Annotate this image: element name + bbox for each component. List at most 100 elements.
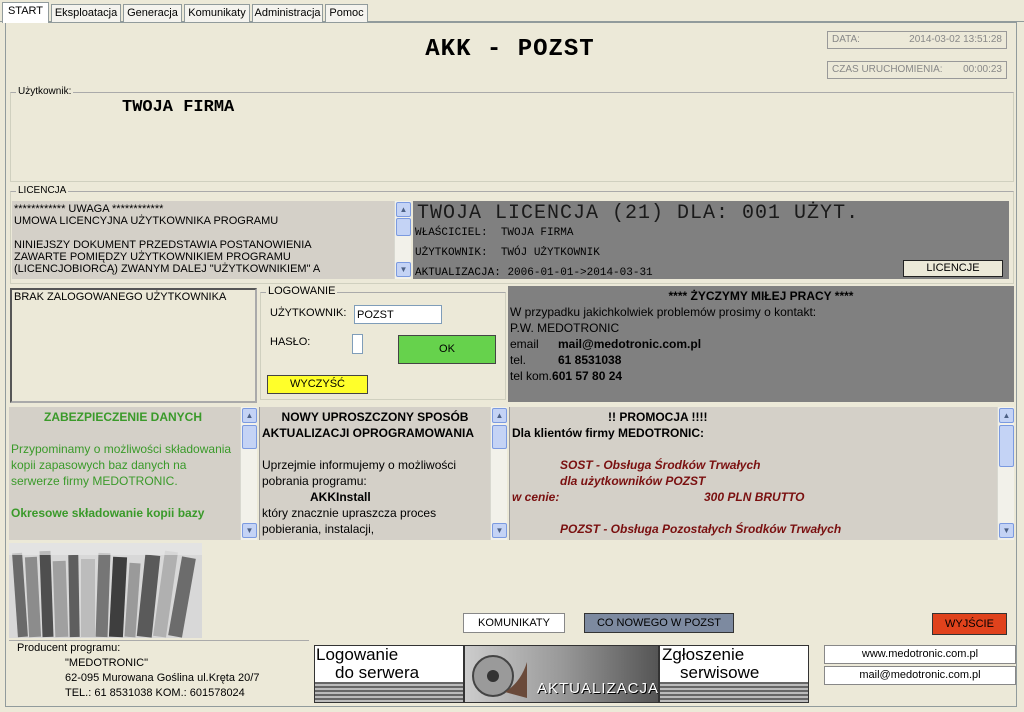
scroll-down-icon[interactable]: ▼ — [396, 262, 411, 277]
banner-stripes — [660, 682, 808, 702]
license-info-panel: TWOJA LICENCJA (21) DLA: 001 UŻYT. WŁAŚC… — [413, 201, 1009, 279]
uptime-readout: CZAS URUCHOMIENIA: 00:00:23 — [827, 61, 1007, 79]
price-label: w cenie: — [512, 490, 560, 504]
license-scrollbar[interactable]: ▲ ▼ — [394, 201, 411, 279]
scroll-up-icon[interactable]: ▲ — [999, 408, 1014, 423]
producer-phones: TEL.: 61 8531038 KOM.: 601578024 — [65, 687, 245, 699]
news3-item1-line2: dla użytkowników POZST — [560, 474, 706, 488]
login-group-label: LOGOWANIE — [266, 285, 338, 297]
news-data-backup: ZABEZPIECZENIE DANYCH Przypominamy o moż… — [9, 407, 257, 540]
producer-info: Producent programu: "MEDOTRONIC" 62-095 … — [9, 640, 309, 704]
news-promotion: !! PROMOCJA !!!! Dla klientów firmy MEDO… — [509, 407, 1014, 540]
license-line: NINIEJSZY DOKUMENT PRZEDSTAWIA POSTANOWI… — [14, 239, 312, 251]
scroll-up-icon[interactable]: ▲ — [242, 408, 257, 423]
news-update-method: NOWY UPROSZCZONY SPOSÓB AKTUALIZACJI OPR… — [259, 407, 507, 540]
server-login-line1: Logowanie — [316, 645, 399, 664]
server-login-banner[interactable]: Logowanie do serwera — [314, 645, 464, 703]
news1-footer: Okresowe składowanie kopii bazy — [11, 506, 205, 520]
tel-label: tel. — [510, 353, 527, 367]
contact-title: **** ŻYCZYMY MIŁEJ PRACY **** — [668, 289, 854, 303]
service-request-banner[interactable]: Zgłoszenie serwisowe — [659, 645, 809, 703]
uptime-label: CZAS URUCHOMIENIA: — [832, 64, 943, 75]
license-line: UMOWA LICENCYJNA UŻYTKOWNIKA PROGRAMU — [14, 215, 279, 227]
telkom-label: tel kom. — [510, 369, 553, 383]
scroll-down-icon[interactable]: ▼ — [242, 523, 257, 538]
license-owner-row: WŁAŚCICIEL: TWOJA FIRMA — [415, 227, 573, 239]
producer-name: "MEDOTRONIC" — [65, 657, 148, 669]
login-user-label: UŻYTKOWNIK: — [270, 307, 347, 319]
contact-email-row: email mail@medotronic.com.pl — [508, 336, 1014, 352]
telkom-value: 601 57 80 24 — [552, 369, 623, 383]
news3-subtitle: Dla klientów firmy MEDOTRONIC: — [512, 426, 705, 440]
scroll-thumb[interactable] — [396, 218, 411, 236]
tab-bar: START Eksploatacja Generacja Komunikaty … — [0, 2, 1024, 23]
tab-pomoc[interactable]: Pomoc — [325, 4, 368, 23]
news2-program: AKKInstall — [310, 490, 371, 504]
update-value: 2006-01-01->2014-03-31 — [507, 267, 653, 279]
news1-scrollbar[interactable]: ▲ ▼ — [240, 407, 257, 540]
license-update-row: AKTUALIZACJA: 2006-01-01->2014-03-31 — [415, 267, 653, 279]
news3-scrollbar[interactable]: ▲ ▼ — [997, 407, 1014, 540]
scroll-thumb[interactable] — [999, 425, 1014, 467]
date-readout: DATA: 2014-03-02 13:51:28 — [827, 31, 1007, 49]
producer-label: Producent programu: — [17, 642, 121, 654]
uptime-value: 00:00:23 — [963, 64, 1002, 75]
whats-new-button[interactable]: CO NOWEGO W POZST — [584, 613, 734, 633]
license-group-label: LICENCJA — [16, 185, 69, 196]
contact-tel-row: tel. 61 8531038 — [508, 352, 1014, 368]
update-banner-label: AKTUALIZACJA — [537, 680, 659, 697]
news2-body2: który znacznie upraszcza proces pobieran… — [262, 506, 437, 536]
scroll-down-icon[interactable]: ▼ — [492, 523, 507, 538]
license-line: (LICENCJOBIORCĄ) ZWANYM DALEJ "UŻYTKOWNI… — [14, 263, 321, 275]
license-text-area[interactable]: ************ UWAGA ************ UMOWA LI… — [12, 201, 411, 279]
date-value: 2014-03-02 13:51:28 — [909, 34, 1002, 45]
tab-eksploatacja[interactable]: Eksploatacja — [51, 4, 121, 23]
scroll-down-icon[interactable]: ▼ — [999, 523, 1014, 538]
password-label: HASŁO: — [270, 336, 311, 348]
license-line — [14, 227, 390, 239]
producer-address: 62-095 Murowana Goślina ul.Kręta 20/7 — [65, 672, 260, 684]
tel-value: 61 8531038 — [558, 353, 622, 367]
contact-company: P.W. MEDOTRONIC — [510, 321, 620, 335]
exit-button[interactable]: WYJŚCIE — [932, 613, 1007, 635]
licenses-button[interactable]: LICENCJE — [903, 260, 1003, 277]
ok-button[interactable]: OK — [398, 335, 496, 364]
news3-price-row: w cenie: 300 PLN BRUTTO — [512, 489, 993, 505]
login-status-box: BRAK ZALOGOWANEGO UŻYTKOWNIKA — [10, 288, 257, 403]
date-label: DATA: — [832, 34, 860, 45]
disc-icon — [472, 655, 527, 698]
server-login-line2: do serwera — [335, 663, 420, 682]
username-input[interactable] — [354, 305, 442, 324]
price-value: 300 PLN BRUTTO — [704, 490, 805, 504]
license-user-row: UŻYTKOWNIK: TWÓJ UŻYTKOWNIK — [415, 247, 600, 259]
service-line1: Zgłoszenie — [662, 645, 745, 664]
news1-title: ZABEZPIECZENIE DANYCH — [43, 410, 202, 424]
page-title: AKK - POZST — [425, 36, 595, 63]
news2-scrollbar[interactable]: ▲ ▼ — [490, 407, 507, 540]
scroll-up-icon[interactable]: ▲ — [492, 408, 507, 423]
news3-title: !! PROMOCJA !!!! — [608, 410, 708, 424]
tab-generacja[interactable]: Generacja — [123, 4, 182, 23]
banner-stripes — [315, 682, 463, 702]
tab-komunikaty[interactable]: Komunikaty — [184, 4, 250, 23]
update-banner[interactable]: AKTUALIZACJA — [464, 645, 659, 703]
tab-start[interactable]: START — [2, 2, 49, 23]
password-input[interactable] — [352, 334, 363, 354]
company-name: TWOJA FIRMA — [122, 98, 235, 117]
clear-button[interactable]: WYCZYŚĆ — [267, 375, 368, 394]
email-label: email — [510, 337, 539, 351]
website-link[interactable]: www.medotronic.com.pl — [824, 645, 1016, 664]
email-link[interactable]: mail@medotronic.com.pl — [824, 666, 1016, 685]
login-status-text: BRAK ZALOGOWANEGO UŻYTKOWNIKA — [14, 291, 227, 303]
messages-button[interactable]: KOMUNIKATY — [463, 613, 565, 633]
user-value: TWÓJ UŻYTKOWNIK — [500, 247, 600, 259]
books-image — [9, 543, 202, 638]
scroll-thumb[interactable] — [242, 425, 257, 449]
contact-panel: **** ŻYCZYMY MIŁEJ PRACY **** W przypadk… — [508, 286, 1014, 402]
tab-administracja[interactable]: Administracja — [252, 4, 323, 23]
license-headline: TWOJA LICENCJA (21) DLA: 001 UŻYT. — [417, 202, 860, 225]
scroll-thumb[interactable] — [492, 425, 507, 449]
owner-value: TWOJA FIRMA — [500, 227, 574, 239]
contact-intro: W przypadku jakichkolwiek problemów pros… — [510, 305, 817, 319]
scroll-up-icon[interactable]: ▲ — [396, 202, 411, 217]
